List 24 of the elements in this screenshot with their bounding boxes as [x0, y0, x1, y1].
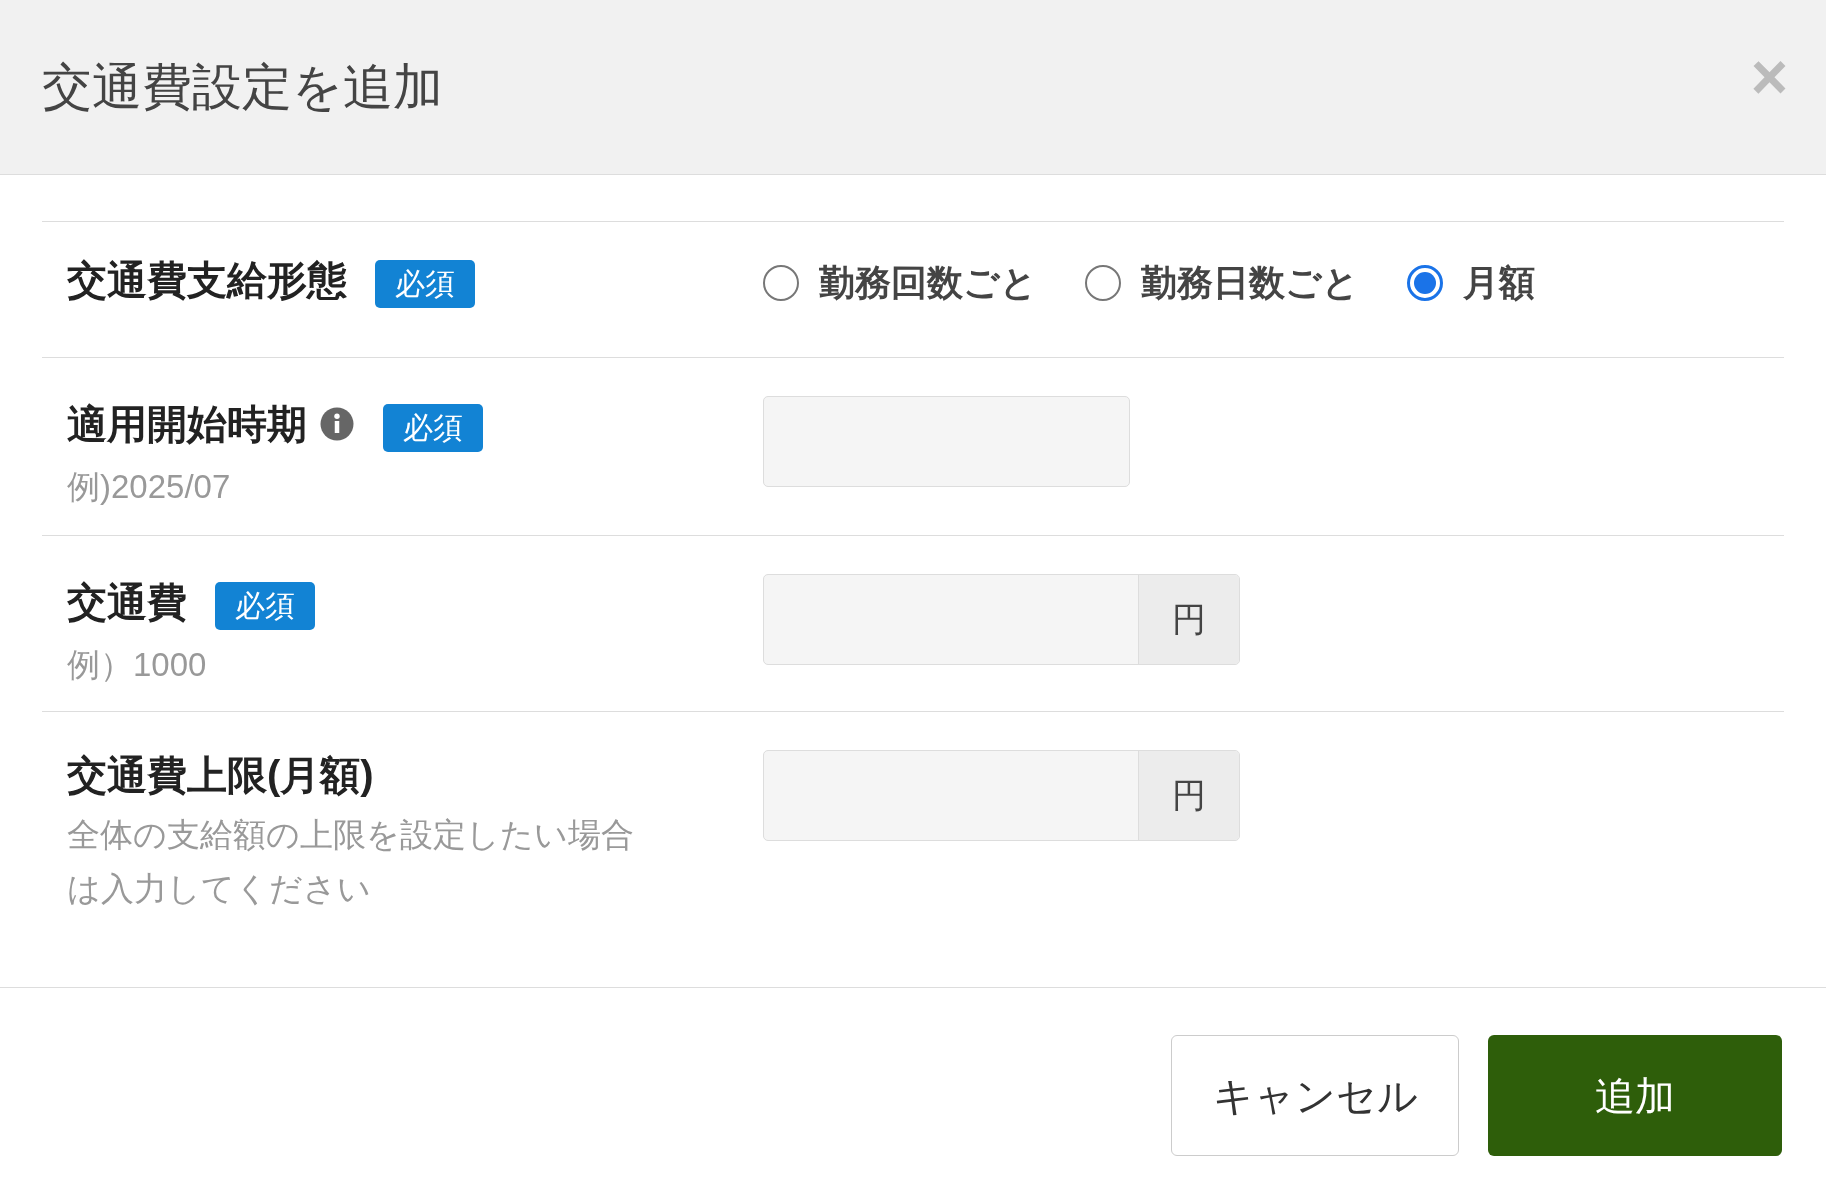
- radio-button[interactable]: [1407, 265, 1443, 301]
- field-label: 適用開始時期: [67, 401, 307, 448]
- hint-text: 全体の支給額の上限を設定したい場合は入力してください: [67, 815, 635, 909]
- radio-option[interactable]: 月額: [1407, 256, 1535, 310]
- field-label: 交通費上限(月額): [67, 752, 374, 799]
- radio-option[interactable]: 勤務回数ごと: [763, 256, 1037, 310]
- radio-option[interactable]: 勤務日数ごと: [1085, 256, 1359, 310]
- dialog-title: 交通費設定を追加: [42, 57, 443, 117]
- field-label: 交通費: [67, 579, 187, 626]
- cancel-button[interactable]: キャンセル: [1171, 1035, 1459, 1156]
- required-badge: 必須: [383, 404, 483, 452]
- amount-field[interactable]: 円: [763, 750, 1240, 841]
- add-button[interactable]: 追加: [1488, 1035, 1782, 1156]
- required-badge: 必須: [375, 260, 475, 308]
- unit-label: 円: [1138, 575, 1239, 664]
- hint-text: 例）1000: [67, 645, 208, 685]
- required-badge: 必須: [215, 582, 315, 630]
- unit-label: 円: [1138, 751, 1239, 840]
- field-label: 交通費支給形態: [67, 257, 347, 304]
- hint-text: 例)2025/07: [67, 467, 232, 507]
- input-field[interactable]: [763, 396, 1130, 487]
- radio-button[interactable]: [1085, 265, 1121, 301]
- amount-field[interactable]: 円: [763, 574, 1240, 665]
- radio-button[interactable]: [763, 265, 799, 301]
